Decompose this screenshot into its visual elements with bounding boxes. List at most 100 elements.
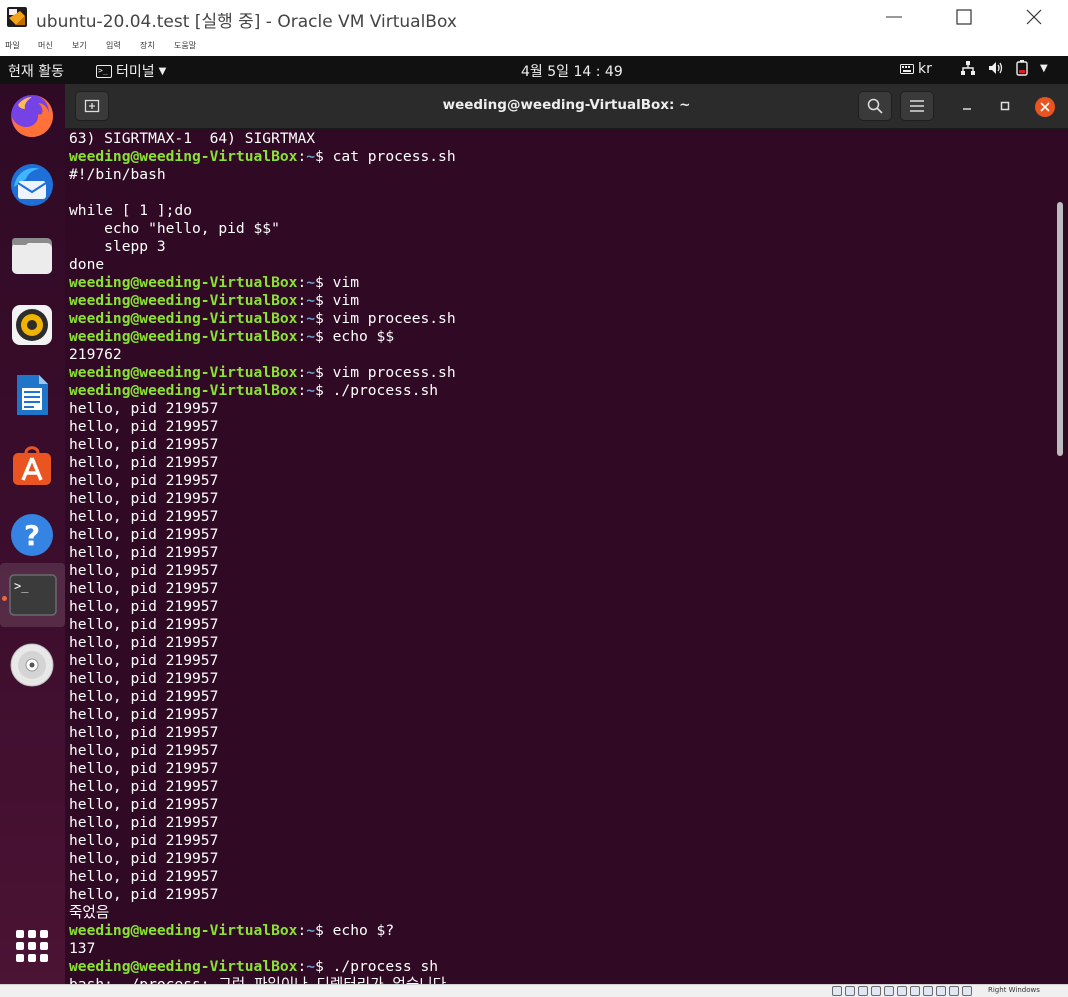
- show-applications-button[interactable]: [16, 930, 48, 962]
- minimize-button[interactable]: [864, 0, 924, 34]
- prompt-colon: :: [297, 922, 307, 939]
- output-line: hello, pid 219957: [69, 598, 219, 615]
- output-line: hello, pid 219957: [69, 688, 219, 705]
- output-line: hello, pid 219957: [69, 562, 219, 579]
- optical-drive-icon[interactable]: [845, 986, 855, 996]
- status-icons: [832, 986, 972, 996]
- cpu-icon[interactable]: [936, 986, 946, 996]
- usb-icon[interactable]: [884, 986, 894, 996]
- output-line: hello, pid 219957: [69, 634, 219, 651]
- system-tray[interactable]: ▼: [960, 60, 1048, 76]
- dock-thunderbird[interactable]: [6, 159, 58, 211]
- prompt-line: weeding@weeding-VirtualBox:~$ ./process …: [69, 958, 1049, 976]
- menu-devices[interactable]: 장치: [140, 40, 155, 51]
- app-menu[interactable]: >_ 터미널 ▼: [96, 61, 166, 81]
- prompt-dollar: $: [315, 958, 333, 975]
- terminal-output[interactable]: 63) SIGRTMAX-1 64) SIGRTMAX weeding@weedi…: [69, 130, 1049, 984]
- prompt-path: ~: [306, 310, 316, 327]
- command-text: echo $$: [332, 328, 395, 345]
- terminal-minimize-button[interactable]: [958, 97, 976, 115]
- command-text: vim procees.sh: [332, 310, 456, 327]
- grid-dot: [40, 930, 48, 938]
- prompt-dollar: $: [315, 328, 333, 345]
- output-line: bash: ./process: 그런 파일이나 디렉터리가 없습니다: [69, 976, 1049, 984]
- software-center-icon: [13, 446, 51, 485]
- dock-libreoffice-writer[interactable]: [6, 369, 58, 421]
- terminal-window: weeding@weeding-VirtualBox: ~ 63) SIGRTM…: [65, 84, 1068, 984]
- grid-dot: [28, 942, 36, 950]
- network-adapter-icon[interactable]: [871, 986, 881, 996]
- prompt-colon: :: [297, 364, 307, 381]
- output-line: hello, pid 219957: [69, 886, 219, 903]
- prompt-user: weeding@weeding-VirtualBox: [69, 328, 298, 345]
- prompt-dollar: $: [315, 274, 333, 291]
- terminal-scrollbar[interactable]: [1057, 202, 1063, 456]
- output-line: hello, pid 219957: [69, 580, 219, 597]
- prompt-dollar: $: [315, 292, 333, 309]
- activities-button[interactable]: 현재 활동: [8, 61, 64, 81]
- prompt-dollar: $: [315, 310, 333, 327]
- menu-help[interactable]: 도움말: [174, 40, 196, 51]
- shared-folder-icon[interactable]: [897, 986, 907, 996]
- output-line: 137: [69, 940, 96, 957]
- grid-dot: [40, 942, 48, 950]
- output-line: #!/bin/bash: [69, 166, 166, 183]
- maximize-button[interactable]: [934, 0, 994, 34]
- terminal-icon: >_: [96, 64, 112, 78]
- output-line: 219762: [69, 346, 122, 363]
- svg-text:>_: >_: [14, 579, 29, 593]
- harddisk-icon[interactable]: [832, 986, 842, 996]
- menu-input[interactable]: 입력: [106, 40, 121, 51]
- hamburger-menu-button[interactable]: [900, 91, 934, 121]
- prompt-user: weeding@weeding-VirtualBox: [69, 274, 298, 291]
- dock-help[interactable]: ?: [6, 509, 58, 561]
- audio-icon[interactable]: [858, 986, 868, 996]
- menu-file[interactable]: 파일: [5, 40, 20, 51]
- dock-rhythmbox[interactable]: [6, 299, 58, 351]
- dock: ? >_: [0, 84, 65, 984]
- output-line: hello, pid 219957: [69, 400, 219, 417]
- output-line: hello, pid 219957: [69, 760, 219, 777]
- host-key-label: Right Windows: [988, 986, 1040, 994]
- close-button[interactable]: [1004, 0, 1064, 34]
- dock-dvd[interactable]: [6, 639, 58, 691]
- menu-machine[interactable]: 머신: [38, 40, 53, 51]
- firefox-icon: [11, 95, 53, 137]
- search-button[interactable]: [858, 91, 892, 121]
- output-line: 63) SIGRTMAX-1 64) SIGRTMAX: [69, 130, 316, 147]
- prompt-line: weeding@weeding-VirtualBox:~$ vim procee…: [69, 310, 1049, 328]
- hamburger-icon: [910, 100, 924, 112]
- prompt-path: ~: [306, 148, 316, 165]
- terminal-icon: >_: [8, 574, 57, 616]
- grid-dot: [16, 930, 24, 938]
- recording-icon[interactable]: [923, 986, 933, 996]
- terminal-maximize-button[interactable]: [996, 97, 1014, 115]
- dock-firefox[interactable]: [6, 89, 58, 141]
- help-icon: ?: [11, 514, 53, 556]
- close-icon: [1040, 102, 1050, 112]
- output-line: slepp 3: [69, 238, 166, 255]
- mouse-integration-icon[interactable]: [949, 986, 959, 996]
- prompt-path: ~: [306, 292, 316, 309]
- dock-software-center[interactable]: [6, 439, 58, 491]
- libreoffice-writer-icon: [17, 375, 48, 415]
- clock[interactable]: 4월 5일 14 : 49: [521, 61, 623, 81]
- prompt-colon: :: [297, 292, 307, 309]
- output-line: hello, pid 219957: [69, 616, 219, 633]
- prompt-dollar: $: [315, 364, 333, 381]
- output-line: hello, pid 219957: [69, 490, 219, 507]
- prompt-line: weeding@weeding-VirtualBox:~$ cat proces…: [69, 148, 1049, 166]
- vbox-statusbar: Right Windows: [0, 984, 1068, 997]
- output-line: hello, pid 219957: [69, 724, 219, 741]
- output-line: hello, pid 219957: [69, 436, 219, 453]
- menu-view[interactable]: 보기: [72, 40, 87, 51]
- dock-terminal[interactable]: >_: [0, 563, 65, 627]
- output-line: while [ 1 ];do: [69, 202, 193, 219]
- grid-dot: [28, 954, 36, 962]
- dock-files[interactable]: [6, 229, 58, 281]
- keyboard-indicator[interactable]: kr: [900, 61, 932, 77]
- keyboard-capture-icon[interactable]: [962, 986, 972, 996]
- terminal-close-button[interactable]: [1035, 97, 1055, 117]
- files-icon: [12, 238, 52, 274]
- display-icon[interactable]: [910, 986, 920, 996]
